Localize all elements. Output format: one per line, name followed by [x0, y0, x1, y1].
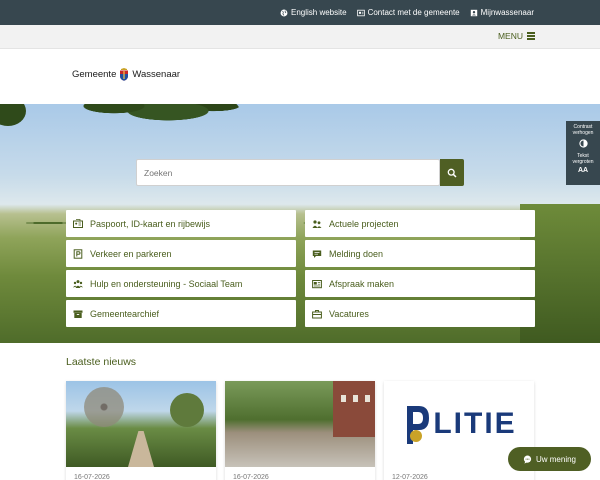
search-icon	[447, 168, 457, 178]
contrast-button[interactable]: Contrast verhogen	[566, 124, 600, 154]
parking-icon	[73, 248, 83, 259]
contrast-icon	[578, 138, 588, 148]
text-size-icon: AA	[577, 166, 589, 174]
tile-afspraak-maken[interactable]: Afspraak maken	[305, 270, 535, 297]
message-icon	[312, 249, 322, 259]
tile-melding-doen[interactable]: Melding doen	[305, 240, 535, 267]
feedback-button[interactable]: Uw mening	[508, 447, 591, 471]
search-input[interactable]	[136, 159, 440, 186]
menu-button[interactable]: MENU	[498, 31, 535, 41]
politie-emblem-icon	[407, 406, 430, 444]
mijnwassenaar-label: Mijnwassenaar	[480, 8, 534, 17]
contrast-label: Contrast verhogen	[572, 124, 594, 136]
contact-label: Contact met de gemeente	[367, 8, 460, 17]
tile-gemeentearchief-label: Gemeentearchief	[90, 308, 160, 319]
contact-link[interactable]: Contact met de gemeente	[356, 8, 460, 17]
top-bar: English website Contact met de gemeente …	[0, 0, 600, 25]
news-date: 16-07-2026	[233, 474, 269, 480]
news-card[interactable]: 16-07-2026	[225, 381, 375, 480]
news-title: Laatste nieuws	[66, 356, 137, 368]
briefcase-icon	[312, 309, 322, 319]
tile-afspraak-maken-label: Afspraak maken	[329, 278, 395, 289]
search-button[interactable]	[440, 159, 464, 186]
english-website-link[interactable]: English website	[280, 8, 347, 17]
news-date: 12-07-2026	[392, 474, 428, 480]
logo-text-gemeente: Gemeente	[72, 69, 117, 80]
menu-bar: MENU	[0, 25, 600, 49]
archive-icon	[73, 309, 83, 319]
text-size-button[interactable]: Tekst vergroten AA	[566, 153, 600, 175]
hero-banner: Paspoort, ID-kaart en rijbewijs Actuele …	[0, 104, 600, 343]
people-icon	[312, 219, 322, 229]
top-links: English website Contact met de gemeente …	[280, 0, 534, 25]
tile-vacatures[interactable]: Vacatures	[305, 300, 535, 327]
news-card[interactable]: 16-07-2026	[66, 381, 216, 480]
id-card-icon	[73, 218, 83, 229]
logo-row: Gemeente Wassenaar	[0, 49, 600, 104]
hamburger-icon	[527, 32, 535, 40]
news-image-garden	[66, 381, 216, 467]
tile-verkeer[interactable]: Verkeer en parkeren	[66, 240, 296, 267]
hero-tree-canopy	[60, 104, 240, 136]
logo-text-wassenaar: Wassenaar	[132, 69, 181, 80]
accessibility-panel: Contrast verhogen Tekst vergroten AA	[566, 121, 600, 185]
mijnwassenaar-link[interactable]: Mijnwassenaar	[470, 8, 534, 17]
contact-icon	[356, 9, 365, 16]
tile-verkeer-label: Verkeer en parkeren	[90, 248, 172, 259]
appointment-icon	[312, 279, 322, 289]
text-size-label: Tekst vergroten	[572, 153, 594, 165]
menu-label: MENU	[497, 31, 523, 41]
globe-icon	[280, 9, 288, 16]
politie-logo: LITIE	[401, 400, 516, 448]
english-website-label: English website	[290, 8, 347, 17]
politie-logo-text: LITIE	[433, 407, 517, 440]
group-icon	[73, 279, 83, 289]
tile-paspoort[interactable]: Paspoort, ID-kaart en rijbewijs	[66, 210, 296, 237]
tile-gemeentearchief[interactable]: Gemeentearchief	[66, 300, 296, 327]
tile-melding-doen-label: Melding doen	[329, 248, 384, 259]
feedback-label: Uw mening	[535, 454, 576, 464]
municipality-logo[interactable]: Gemeente Wassenaar	[72, 68, 180, 81]
chat-icon	[523, 455, 532, 464]
tile-actuele-projecten[interactable]: Actuele projecten	[305, 210, 535, 237]
tile-paspoort-label: Paspoort, ID-kaart en rijbewijs	[90, 218, 211, 229]
tile-hulp-ondersteuning-label: Hulp en ondersteuning - Sociaal Team	[90, 278, 243, 289]
hero-tree-left	[0, 104, 26, 126]
crest-icon	[120, 68, 129, 81]
news-image-street	[225, 381, 375, 467]
account-icon	[470, 9, 477, 16]
tile-actuele-projecten-label: Actuele projecten	[329, 218, 399, 229]
tile-hulp-ondersteuning[interactable]: Hulp en ondersteuning - Sociaal Team	[66, 270, 296, 297]
news-date: 16-07-2026	[74, 474, 110, 480]
tile-vacatures-label: Vacatures	[329, 308, 369, 319]
